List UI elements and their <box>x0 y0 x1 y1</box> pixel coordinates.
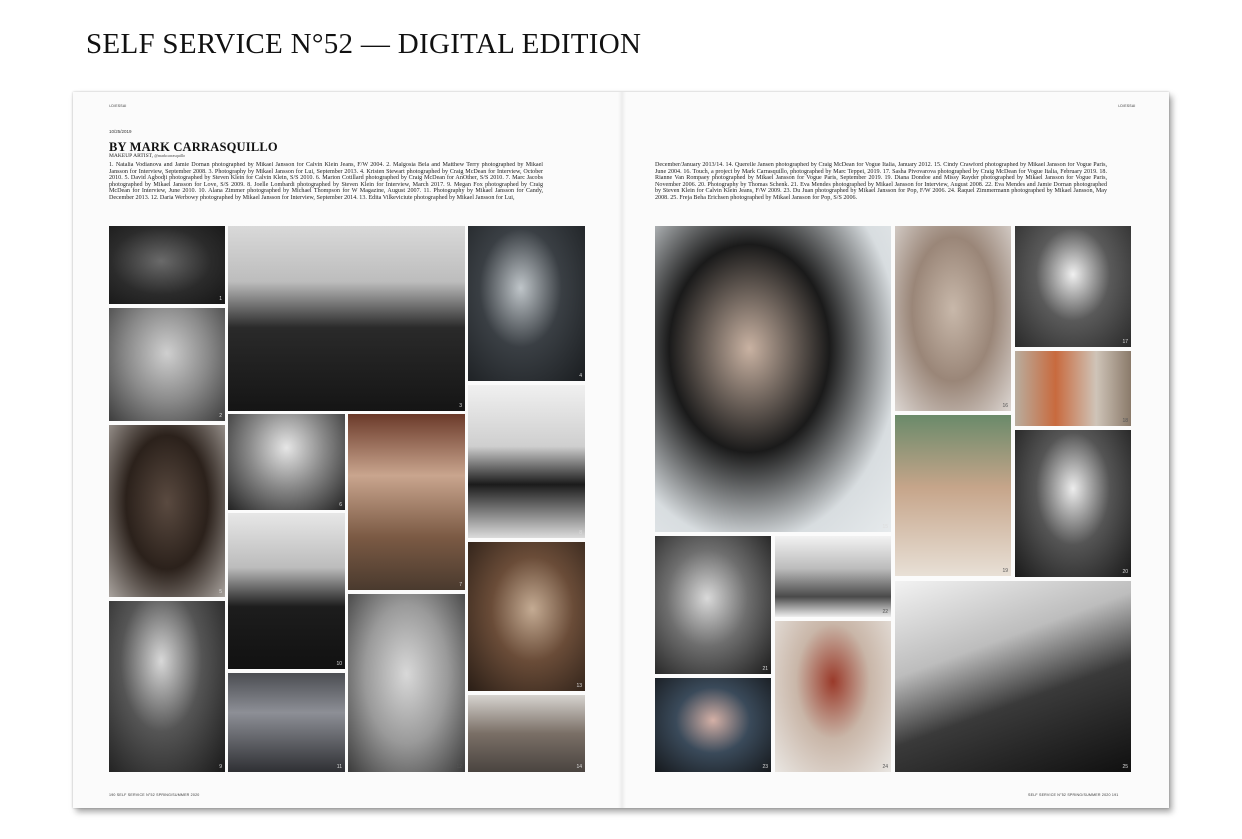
photo-number: 6 <box>339 502 342 508</box>
photo-number: 4 <box>579 373 582 379</box>
photo-number: 21 <box>762 666 768 672</box>
photo-10[interactable]: 10 <box>228 513 345 669</box>
photo-21[interactable]: 21 <box>655 536 771 674</box>
author-handle: @markcarrasquillo <box>154 153 186 158</box>
photo-credits-left: 1. Natalia Vodianova and Jamie Dornan ph… <box>109 162 543 201</box>
photo-number: 11 <box>336 764 342 770</box>
photo-23[interactable]: 23 <box>655 678 771 772</box>
photo-number: 17 <box>1122 339 1128 345</box>
photo-3[interactable]: 3 <box>228 226 465 411</box>
photo-number: 16 <box>1002 403 1008 409</box>
photo-8[interactable]: 8 <box>468 385 585 538</box>
photo-credits-right: December/January 2013/14. 14. Querelle J… <box>655 162 1107 201</box>
photo-12[interactable]: 12 <box>348 594 465 772</box>
article-date: 10/25/2019 <box>109 129 132 134</box>
photo-number: 2 <box>219 413 222 419</box>
photo-18[interactable]: 18 <box>1015 351 1131 426</box>
photo-2[interactable]: 2 <box>109 308 225 421</box>
photo-5[interactable]: 5 <box>109 425 225 597</box>
photo-number: 15 <box>882 524 888 530</box>
photo-7[interactable]: 7 <box>348 414 465 590</box>
photo-number: 3 <box>459 403 462 409</box>
photo-16[interactable]: 16 <box>895 226 1011 411</box>
photo-19[interactable]: 19 <box>895 415 1011 576</box>
right-running-head: i-D/ESSAI <box>1118 104 1136 108</box>
magazine-spread: i-D/ESSAI 10/25/2019 BY MARK CARRASQUILL… <box>73 92 1169 808</box>
photo-number: 22 <box>882 609 888 615</box>
left-folio: 190 SELF SERVICE N°52 SPRING/SUMMER 2020 <box>109 793 200 797</box>
photo-14[interactable]: 14 <box>468 695 585 772</box>
photo-number: 1 <box>219 296 222 302</box>
edition-title: SELF SERVICE N°52 — DIGITAL EDITION <box>86 28 642 60</box>
photo-number: 20 <box>1122 569 1128 575</box>
photo-number: 10 <box>336 661 342 667</box>
photo-number: 8 <box>579 530 582 536</box>
photo-4[interactable]: 4 <box>468 226 585 381</box>
photo-22[interactable]: 22 <box>775 536 891 617</box>
photo-9[interactable]: 9 <box>109 601 225 772</box>
photo-15[interactable]: 15 <box>655 226 891 532</box>
photo-number: 12 <box>456 764 462 770</box>
author-role-label: MAKEUP ARTIST, <box>109 153 153 159</box>
photo-20[interactable]: 20 <box>1015 430 1131 577</box>
photo-number: 25 <box>1122 764 1128 770</box>
photo-number: 7 <box>459 582 462 588</box>
spread-gutter <box>618 92 626 808</box>
right-folio: SELF SERVICE N°52 SPRING/SUMMER 2020 191 <box>1028 793 1119 797</box>
photo-13[interactable]: 13 <box>468 542 585 691</box>
photo-number: 18 <box>1122 418 1128 424</box>
photo-number: 5 <box>219 589 222 595</box>
photo-number: 23 <box>762 764 768 770</box>
author-role: MAKEUP ARTIST, @markcarrasquillo <box>109 153 185 159</box>
photo-6[interactable]: 6 <box>228 414 345 510</box>
left-running-head: i-D/ESSAI <box>109 104 127 108</box>
photo-number: 19 <box>1002 568 1008 574</box>
photo-1[interactable]: 1 <box>109 226 225 304</box>
photo-17[interactable]: 17 <box>1015 226 1131 347</box>
photo-number: 24 <box>882 764 888 770</box>
photo-number: 14 <box>576 764 582 770</box>
photo-number: 13 <box>576 683 582 689</box>
photo-24[interactable]: 24 <box>775 621 891 772</box>
photo-11[interactable]: 11 <box>228 673 345 772</box>
photo-number: 9 <box>219 764 222 770</box>
photo-25[interactable]: 25 <box>895 581 1131 772</box>
